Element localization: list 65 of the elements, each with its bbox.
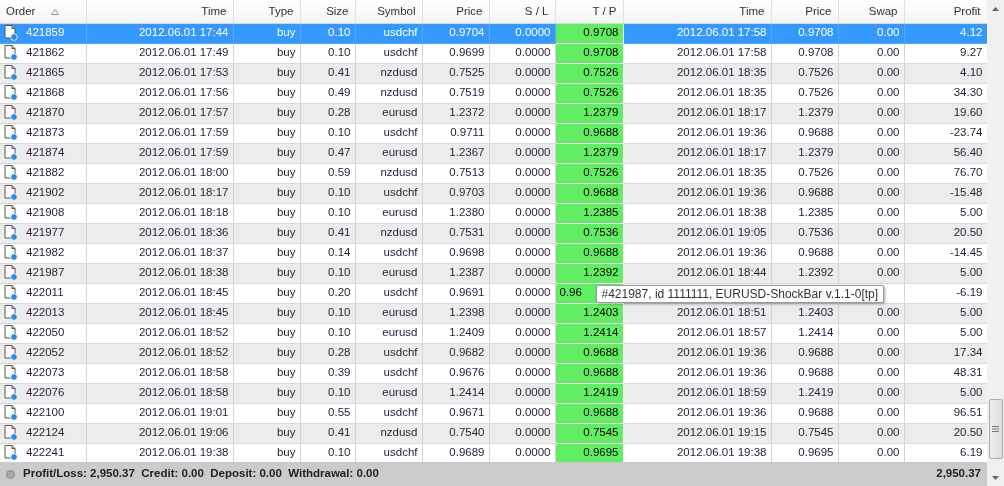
take-profit: 1.2385 — [583, 206, 619, 219]
take-profit: 0.9688 — [583, 186, 619, 199]
order-number: 421982 — [26, 245, 65, 261]
column-header[interactable]: Time — [623, 0, 771, 23]
scrollbar-thumb[interactable] — [988, 399, 1003, 459]
order-number: 421908 — [26, 205, 65, 221]
take-profit: 1.2392 — [583, 266, 619, 279]
take-profit: 0.96 — [559, 286, 582, 299]
column-header[interactable]: T / P — [555, 0, 623, 23]
order-number: 421859 — [26, 25, 65, 41]
order-number: 422011 — [26, 285, 64, 301]
arrow-down-icon — [992, 475, 999, 480]
order-number: 422013 — [26, 305, 65, 321]
take-profit: 1.2403 — [583, 306, 619, 319]
order-number: 421868 — [26, 85, 65, 101]
column-header[interactable]: Price — [771, 0, 838, 23]
order-number: 421882 — [26, 165, 65, 181]
take-profit: 0.9688 — [583, 346, 619, 359]
take-profit: 1.2379 — [583, 106, 619, 119]
take-profit: 0.7545 — [583, 426, 619, 439]
order-number: 422050 — [26, 325, 65, 341]
order-number: 421874 — [26, 145, 65, 161]
order-number: 421870 — [26, 105, 65, 121]
column-header[interactable]: S / L — [489, 0, 555, 23]
total-profit: 2,950.37 — [936, 466, 981, 482]
order-number: 421873 — [26, 125, 65, 141]
take-profit: 0.7526 — [583, 66, 619, 79]
column-header[interactable]: Price — [422, 0, 489, 23]
order-number: 422124 — [26, 425, 65, 441]
tooltip: #421987, id 1111111, EURUSD-ShockBar v.1.1-0[tp] — [595, 284, 885, 303]
column-header[interactable]: Type — [233, 0, 300, 23]
take-profit: 0.9688 — [583, 246, 619, 259]
take-profit: 0.7536 — [583, 226, 619, 239]
column-header[interactable]: Time — [86, 0, 233, 23]
take-profit: 0.9708 — [583, 26, 619, 39]
order-number: 422052 — [26, 345, 65, 361]
take-profit: 0.9708 — [583, 46, 619, 59]
arrow-up-icon — [992, 6, 999, 11]
order-number: 421902 — [26, 185, 65, 201]
column-header[interactable]: Order — [0, 0, 86, 23]
take-profit: 0.9688 — [583, 406, 619, 419]
take-profit: 0.7526 — [583, 86, 619, 99]
take-profit: 1.2419 — [583, 386, 619, 399]
order-icon — [4, 25, 18, 41]
take-profit: 0.9688 — [583, 126, 619, 139]
take-profit: 0.9688 — [583, 366, 619, 379]
order-number: 422076 — [26, 385, 65, 401]
order-number: 421862 — [26, 45, 65, 61]
column-header[interactable]: Profit — [904, 0, 987, 23]
take-profit: 1.2414 — [583, 326, 619, 339]
column-header[interactable]: Symbol — [355, 0, 422, 23]
sort-icon — [51, 8, 60, 15]
order-number: 421977 — [26, 225, 65, 241]
take-profit: 1.2379 — [583, 146, 619, 159]
take-profit: 0.9695 — [583, 446, 619, 459]
order-number: 421987 — [26, 265, 65, 281]
order-number: 422073 — [26, 365, 65, 381]
order-number: 421865 — [26, 65, 65, 81]
account-summary: Profit/Loss: 2,950.37 Credit: 0.00 Deposit: 0.00 Withdrawal: 0.00 — [23, 466, 379, 482]
order-number: 422100 — [26, 405, 65, 421]
column-header[interactable]: Swap — [838, 0, 904, 23]
column-header[interactable]: Size — [300, 0, 355, 23]
take-profit: 0.7526 — [583, 166, 619, 179]
order-number: 422241 — [26, 445, 65, 461]
status-icon — [6, 469, 15, 479]
